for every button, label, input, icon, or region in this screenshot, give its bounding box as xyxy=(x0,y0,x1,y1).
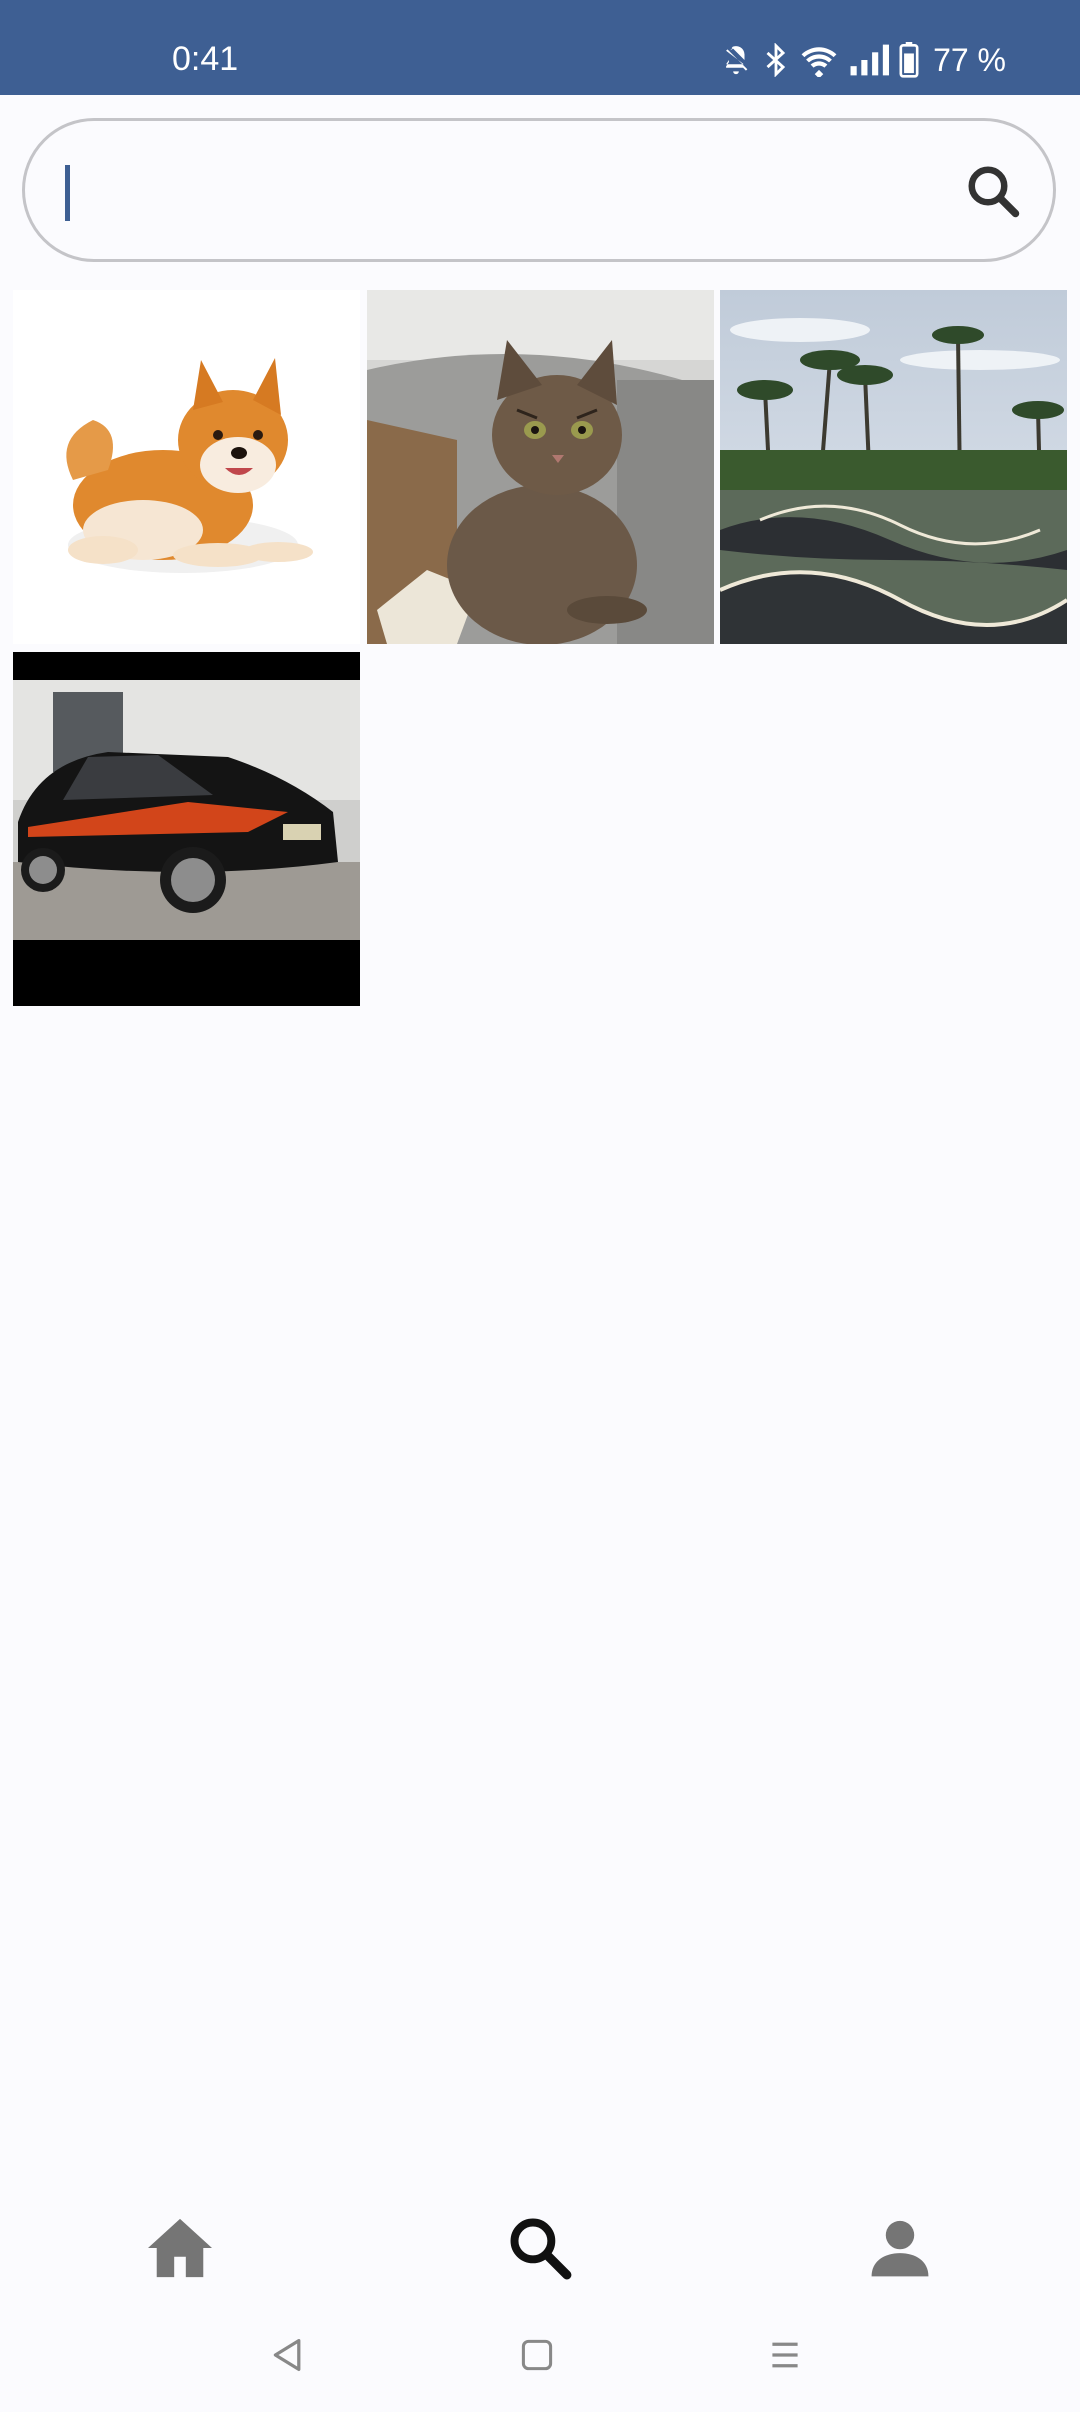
search-button[interactable] xyxy=(963,161,1023,221)
back-icon xyxy=(270,2337,306,2378)
result-image-dog[interactable] xyxy=(13,290,360,644)
pumptrack-image xyxy=(720,290,1067,644)
cat-image xyxy=(367,290,714,644)
home-button[interactable] xyxy=(515,2335,559,2379)
battery-percent: 77 % xyxy=(933,41,1006,78)
result-image-car[interactable] xyxy=(13,652,360,1006)
recents-button[interactable] xyxy=(763,2335,807,2379)
mute-icon xyxy=(719,43,753,77)
system-nav xyxy=(0,2315,1080,2395)
recents-icon xyxy=(767,2337,803,2378)
status-time: 0:41 xyxy=(172,40,239,78)
status-bar: 0:41 77 % xyxy=(0,0,1080,95)
car-image xyxy=(13,652,360,1006)
search-input[interactable] xyxy=(63,145,947,237)
search-icon xyxy=(963,166,1023,225)
wifi-icon xyxy=(799,43,839,77)
result-image-cat[interactable] xyxy=(367,290,714,644)
back-button[interactable] xyxy=(266,2335,310,2379)
search-box[interactable] xyxy=(22,118,1056,262)
dog-image xyxy=(13,290,360,644)
search-icon xyxy=(506,2214,574,2287)
status-icons: 77 % xyxy=(719,42,1006,78)
result-image-pumptrack[interactable] xyxy=(720,290,1067,644)
battery-icon xyxy=(899,42,919,78)
signal-icon xyxy=(849,43,890,77)
nav-search[interactable] xyxy=(500,2210,580,2290)
nav-profile[interactable] xyxy=(860,2210,940,2290)
profile-icon xyxy=(869,2217,931,2284)
text-cursor xyxy=(65,165,70,221)
bottom-nav xyxy=(0,2190,1080,2300)
nav-home[interactable] xyxy=(140,2210,220,2290)
bluetooth-icon xyxy=(763,43,789,77)
home-icon xyxy=(145,2216,215,2285)
home-square-icon xyxy=(520,2338,554,2377)
